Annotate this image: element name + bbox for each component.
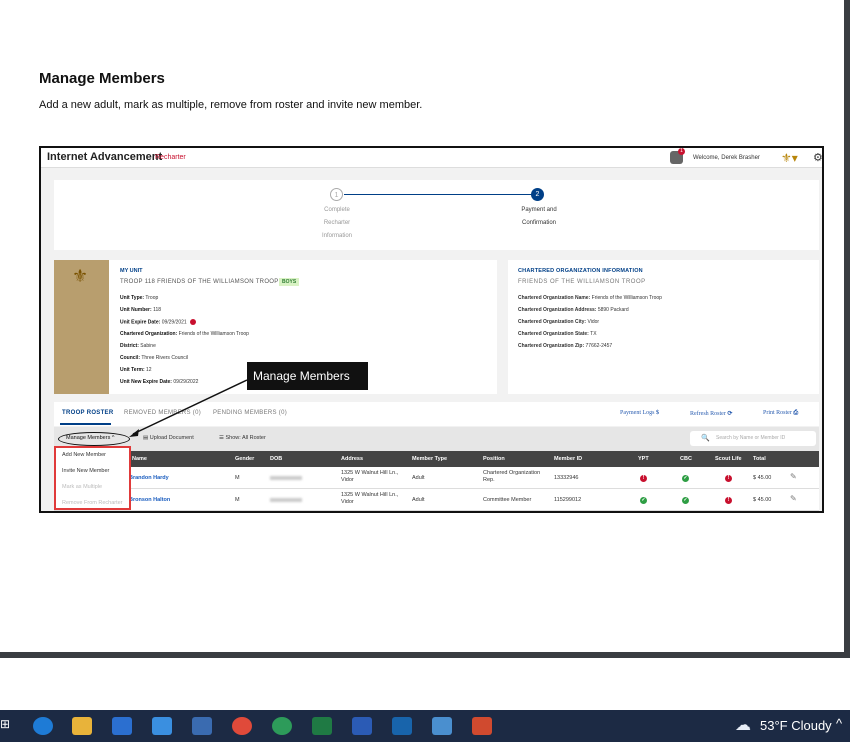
callout-arrow <box>129 379 248 437</box>
edge-dev-icon[interactable] <box>272 717 292 735</box>
section-description: Add a new adult, mark as multiple, remov… <box>39 99 423 111</box>
chrome-icon[interactable] <box>232 717 252 735</box>
task-view-icon[interactable]: ⊞ <box>0 717 10 731</box>
weather-text[interactable]: 53°F Cloudy <box>760 718 832 733</box>
media-player-icon[interactable] <box>192 717 212 735</box>
photos-icon[interactable] <box>432 717 452 735</box>
cloud-icon: ☁ <box>735 717 751 734</box>
word-icon[interactable] <box>352 717 372 735</box>
edge-icon[interactable] <box>33 717 53 735</box>
excel-icon[interactable] <box>312 717 332 735</box>
store-icon[interactable] <box>112 717 132 735</box>
powerpoint-icon[interactable] <box>472 717 492 735</box>
file-explorer-icon[interactable] <box>72 717 92 735</box>
chevron-up-icon[interactable]: ^ <box>836 716 842 731</box>
windows-taskbar: ⊞ ☁ 53°F Cloudy ^ <box>0 710 850 742</box>
page-gap <box>0 652 850 710</box>
document-page: Manage Members Add a new adult, mark as … <box>0 0 850 652</box>
outlook-icon[interactable] <box>392 717 412 735</box>
embedded-screenshot: Internet Advancement Recharter 1 Welcome… <box>39 146 824 513</box>
mail-icon[interactable] <box>152 717 172 735</box>
section-heading: Manage Members <box>39 70 165 87</box>
